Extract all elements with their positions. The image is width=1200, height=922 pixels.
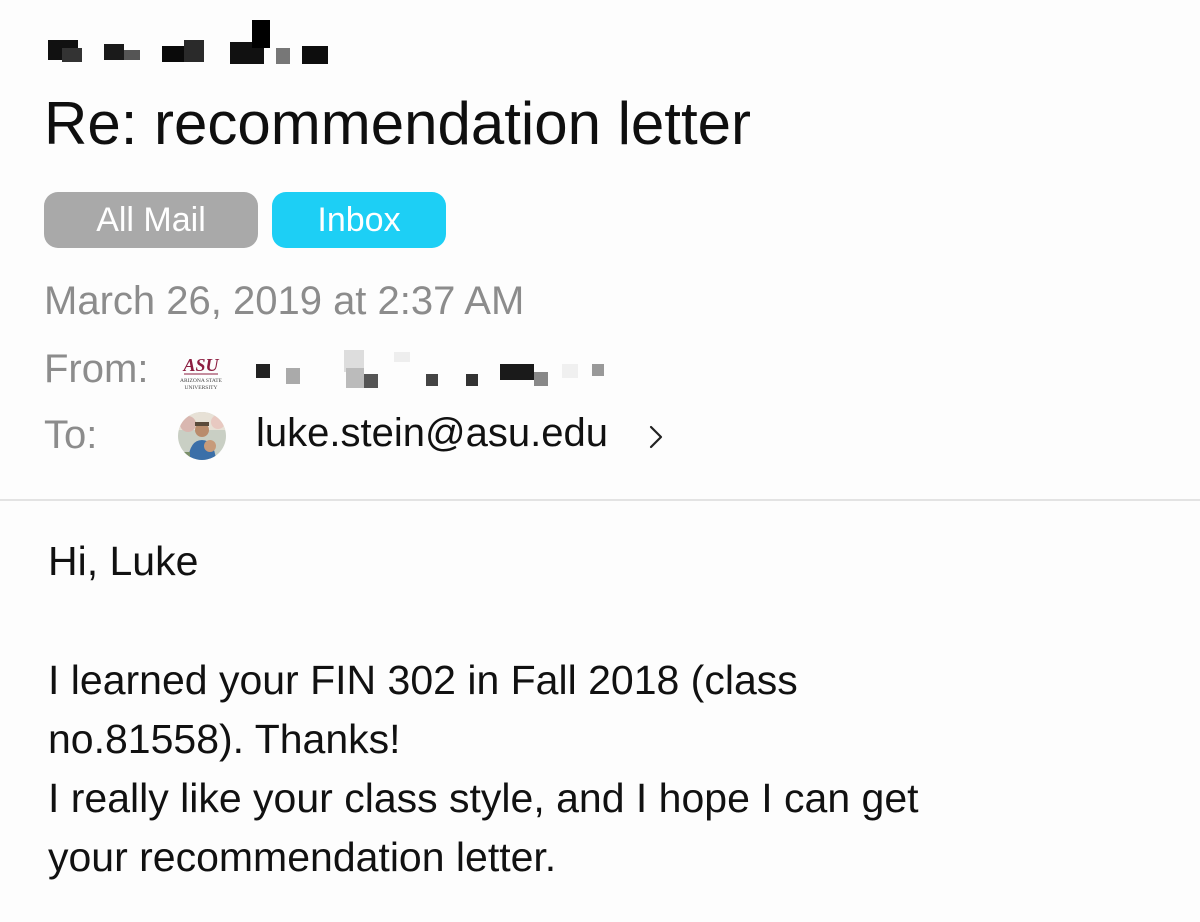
email-body-line: I really like your class style, and I ho…	[48, 775, 919, 821]
email-greeting: Hi, Luke	[48, 538, 199, 584]
sender-name-redacted	[44, 18, 328, 68]
email-body-line: I learned your FIN 302 in Fall 2018 (cla…	[48, 657, 798, 703]
svg-text:UNIVERSITY: UNIVERSITY	[185, 385, 218, 391]
from-label: From:	[44, 347, 149, 391]
recipient-avatar[interactable]	[178, 412, 226, 460]
svg-text:ASU: ASU	[182, 355, 219, 375]
email-body-line: no.81558). Thanks!	[48, 716, 401, 762]
recipient-address[interactable]: luke.stein@asu.edu	[256, 408, 608, 458]
chevron-right-icon[interactable]	[648, 424, 664, 450]
sender-address-redacted	[250, 350, 710, 390]
tag-inbox[interactable]: Inbox	[272, 192, 446, 248]
asu-logo: ASU ARIZONA STATE UNIVERSITY	[176, 354, 226, 396]
email-subject: Re: recommendation letter	[44, 90, 751, 157]
to-label: To:	[44, 413, 98, 457]
email-body-line: your recommendation letter.	[48, 834, 557, 880]
email-date: March 26, 2019 at 2:37 AM	[44, 279, 525, 323]
header-divider	[0, 499, 1200, 501]
svg-text:ARIZONA STATE: ARIZONA STATE	[180, 378, 223, 384]
tag-all-mail[interactable]: All Mail	[44, 192, 258, 248]
